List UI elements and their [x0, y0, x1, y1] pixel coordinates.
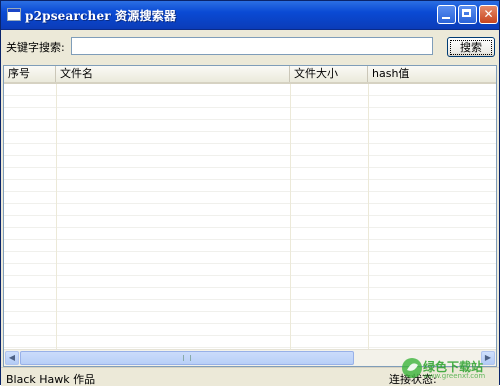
- table-row[interactable]: [4, 156, 496, 168]
- list-rows: [4, 84, 496, 350]
- table-row[interactable]: [4, 96, 496, 108]
- table-row[interactable]: [4, 84, 496, 96]
- column-divider: [56, 84, 57, 350]
- close-button[interactable]: ✕: [479, 5, 498, 24]
- table-row[interactable]: [4, 168, 496, 180]
- table-row[interactable]: [4, 180, 496, 192]
- watermark-url: www.greenxf.com: [423, 372, 486, 380]
- table-row[interactable]: [4, 336, 496, 348]
- table-row[interactable]: [4, 288, 496, 300]
- table-row[interactable]: [4, 240, 496, 252]
- keyword-label: 关键字搜索:: [6, 41, 65, 54]
- table-row[interactable]: [4, 264, 496, 276]
- table-row[interactable]: [4, 120, 496, 132]
- table-row[interactable]: [4, 216, 496, 228]
- search-bar: 关键字搜索: 搜索: [1, 29, 499, 65]
- column-divider: [290, 84, 291, 350]
- column-divider: [368, 84, 369, 350]
- table-row[interactable]: [4, 204, 496, 216]
- table-row[interactable]: [4, 192, 496, 204]
- scroll-left-button[interactable]: ◀: [5, 351, 19, 365]
- column-header-index[interactable]: 序号: [4, 66, 56, 82]
- column-header-filesize[interactable]: 文件大小: [290, 66, 368, 82]
- window-title: p2psearcher 资源搜索器: [25, 9, 177, 23]
- search-button-label: 搜索: [450, 40, 492, 55]
- app-window-icon: [7, 8, 21, 21]
- table-row[interactable]: [4, 144, 496, 156]
- table-row[interactable]: [4, 276, 496, 288]
- minimize-button[interactable]: [437, 5, 456, 24]
- table-row[interactable]: [4, 324, 496, 336]
- table-row[interactable]: [4, 132, 496, 144]
- maximize-button[interactable]: [458, 5, 477, 24]
- main-window: p2psearcher 资源搜索器 ✕ 关键字搜索: 搜索 序号 文件名 文件大…: [0, 0, 500, 386]
- close-icon: ✕: [483, 7, 494, 21]
- maximize-icon: [459, 6, 476, 23]
- results-list[interactable]: 序号 文件名 文件大小 hash值 ◀ ▶: [3, 65, 497, 367]
- site-watermark: 绿色下载站 www.greenxf.com: [401, 353, 497, 381]
- title-bar[interactable]: p2psearcher 资源搜索器 ✕: [1, 1, 499, 30]
- grip-icon: [183, 355, 191, 361]
- table-row[interactable]: [4, 228, 496, 240]
- leaf-logo-icon: [402, 358, 422, 378]
- scrollbar-thumb[interactable]: [20, 351, 354, 365]
- minimize-icon: [438, 6, 455, 23]
- search-button[interactable]: 搜索: [447, 37, 495, 57]
- table-row[interactable]: [4, 252, 496, 264]
- column-header-filename[interactable]: 文件名: [56, 66, 290, 82]
- table-row[interactable]: [4, 300, 496, 312]
- keyword-search-input[interactable]: [71, 37, 433, 55]
- table-row[interactable]: [4, 108, 496, 120]
- list-header: 序号 文件名 文件大小 hash值: [4, 66, 496, 84]
- column-header-hash[interactable]: hash值: [368, 66, 496, 82]
- table-row[interactable]: [4, 312, 496, 324]
